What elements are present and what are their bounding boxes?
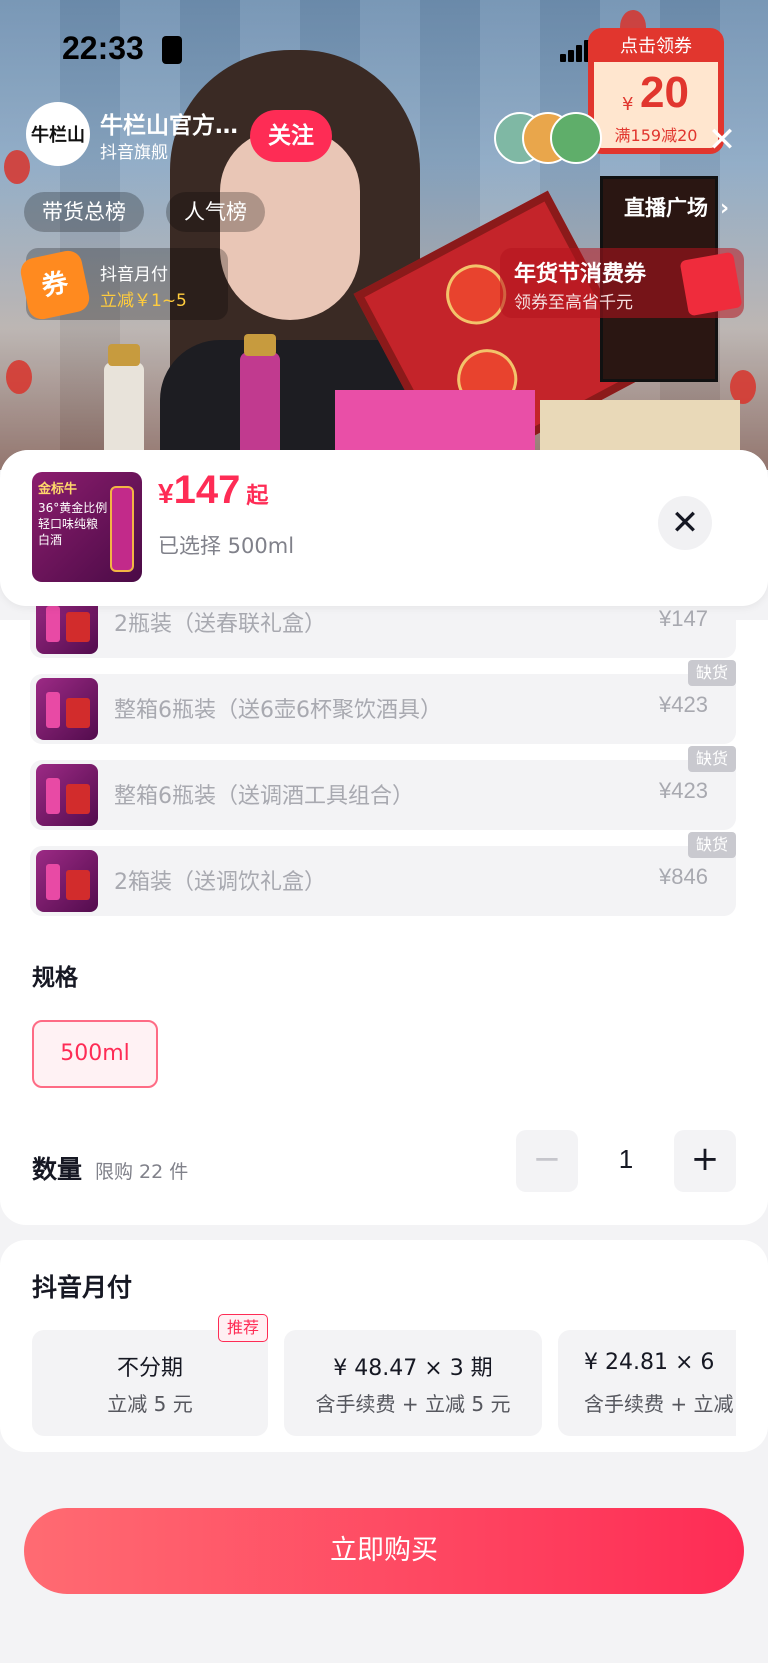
product-header: 金标牛 36°黄金比例 轻口味纯粮白酒 ¥147 起 已选择 500ml ✕ [0,450,768,606]
option-name: 整箱6瓶装（送调酒工具组合） [114,784,414,809]
option-price: ¥147 [659,606,708,631]
decrease-quantity-button[interactable]: − [516,1130,578,1192]
month-pay-subtitle: 立减￥1~5 [100,291,187,311]
spec-title: 规格 [32,965,78,991]
live-square-link[interactable]: 直播广场 › [624,192,729,222]
quantity-title: 数量 [32,1155,83,1184]
thumb-title: 36°黄金比例 轻口味纯粮白酒 [38,501,108,547]
streamer-name[interactable]: 牛栏山官方… [100,106,240,140]
option-thumbnail [36,678,98,740]
popular-rank-chip[interactable]: 人气榜 [166,192,265,232]
installment-option-amount: 不分期 [116,1356,183,1381]
installment-option-note: 含手续费 + 立减 [584,1392,734,1416]
option-price: ¥423 [659,778,708,803]
red-envelope-icon [679,251,743,317]
installment-option[interactable]: ¥ 24.81 × 6 含手续费 + 立减 [558,1330,736,1436]
option-row[interactable]: 整箱6瓶装（送6壶6杯聚饮酒具） ¥423 缺货 [30,660,736,744]
option-price: ¥423 [659,692,708,717]
option-list: 2瓶装（送春联礼盒） ¥147 整箱6瓶装（送6壶6杯聚饮酒具） ¥423 缺货… [30,588,736,932]
out-of-stock-badge: 缺货 [687,832,736,858]
selected-spec: 已选择 500ml [158,534,295,558]
month-pay-promo[interactable]: 券 抖音月付 立减￥1~5 [18,248,228,322]
festival-coupon-banner[interactable]: 年货节消费券 领券至高省千元 [500,248,744,318]
close-sheet-button[interactable]: ✕ [658,496,712,550]
sales-rank-chip[interactable]: 带货总榜 [24,192,144,232]
product-thumbnail[interactable]: 金标牛 36°黄金比例 轻口味纯粮白酒 [32,472,142,582]
option-thumbnail [36,850,98,912]
sim-card-icon [162,36,182,64]
chevron-right-icon: › [720,196,730,221]
spec-option-500ml[interactable]: 500ml [32,1020,158,1088]
coupon-header: 点击领券 [594,34,718,62]
streamer-subtitle: 抖音旗舰 [100,143,168,163]
month-pay-title: 抖音月付 [100,265,168,285]
option-price: ¥846 [659,864,708,889]
viewer-avatars[interactable] [494,112,624,166]
out-of-stock-badge: 缺货 [687,660,736,686]
installment-options: 不分期 立减 5 元 ¥ 48.47 × 3 期 含手续费 + 立减 5 元 ¥… [32,1330,736,1440]
thumb-brand: 金标牛 [38,482,78,497]
festival-coupon-title: 年货节消费券 [514,262,647,287]
option-name: 2瓶装（送春联礼盒） [114,612,326,637]
installment-title: 抖音月付 [32,1273,133,1302]
buy-now-button[interactable]: 立即购买 [24,1508,744,1594]
installment-card: 抖音月付 推荐 不分期 立减 5 元 ¥ 48.47 × 3 期 含手续费 + … [0,1240,768,1452]
increase-quantity-button[interactable]: + [674,1130,736,1192]
option-name: 整箱6瓶装（送6壶6杯聚饮酒具） [114,698,442,723]
festival-coupon-subtitle: 领券至高省千元 [514,293,633,313]
recommend-badge: 推荐 [218,1314,269,1342]
coupon-icon: 券 [18,248,92,322]
product-price: ¥147 起 [158,468,269,512]
bottle [240,334,280,462]
quantity-limit: 限购 22 件 [95,1161,189,1183]
follow-button[interactable]: 关注 [250,110,332,162]
sku-selection-sheet: 金标牛 36°黄金比例 轻口味纯粮白酒 ¥147 起 已选择 500ml ✕ 2瓶… [0,450,768,1663]
installment-option[interactable]: ¥ 48.47 × 3 期 含手续费 + 立减 5 元 [284,1330,542,1436]
installment-option-note: 含手续费 + 立减 5 元 [315,1392,511,1416]
close-icon[interactable]: ✕ [700,118,744,162]
installment-option[interactable]: 不分期 立减 5 元 [32,1330,268,1436]
streamer-avatar[interactable]: 牛栏山 [26,102,90,166]
option-thumbnail [36,764,98,826]
live-square-label: 直播广场 [624,196,708,220]
option-name: 2箱装（送调饮礼盒） [114,870,326,895]
installment-option-amount: ¥ 24.81 × 6 [584,1350,715,1375]
option-row[interactable]: 整箱6瓶装（送调酒工具组合） ¥423 缺货 [30,746,736,830]
installment-option-note: 立减 5 元 [107,1392,193,1416]
signal-icon [560,40,590,62]
coupon-amount: 20 [640,68,689,117]
out-of-stock-badge: 缺货 [687,746,736,772]
quantity-value[interactable]: 1 [580,1144,672,1175]
option-row[interactable]: 2箱装（送调饮礼盒） ¥846 缺货 [30,832,736,916]
status-time: 22:33 [62,30,144,66]
streamer-person [150,20,440,470]
installment-option-amount: ¥ 48.47 × 3 期 [333,1356,493,1381]
